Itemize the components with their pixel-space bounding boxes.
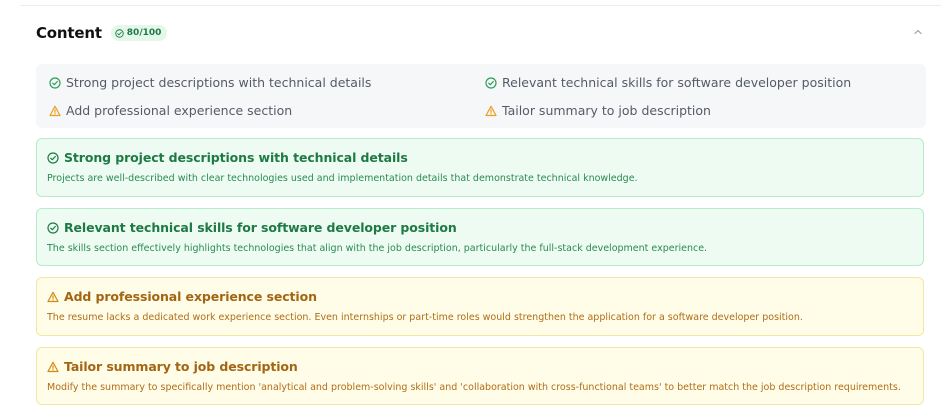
card-title: Relevant technical skills for software d… [64,220,457,235]
section-header: Content 80/100 [36,22,925,44]
check-circle-icon [115,28,124,38]
summary-item-label: Relevant technical skills for software d… [502,75,852,90]
section-title: Content [36,24,102,42]
summary-item-label: Tailor summary to job description [502,103,711,118]
check-circle-icon [485,76,497,89]
card-description: The resume lacks a dedicated work experi… [47,312,803,323]
feedback-card-warning: Add professional experience section The … [36,277,924,336]
card-title: Strong project descriptions with technic… [64,150,408,165]
warning-triangle-icon [485,105,497,116]
check-circle-icon [49,76,61,89]
check-circle-icon [47,151,59,164]
feedback-card-success: Relevant technical skills for software d… [36,208,924,266]
card-description: Projects are well-described with clear t… [47,173,638,184]
check-circle-icon [47,221,59,234]
score-badge: 80/100 [110,25,168,41]
top-divider [20,5,941,6]
summary-box: Strong project descriptions with technic… [36,64,926,128]
feedback-card-warning: Tailor summary to job description Modify… [36,347,924,405]
score-value: 80/100 [126,28,162,38]
warning-triangle-icon [49,105,61,116]
summary-item-label: Strong project descriptions with technic… [66,75,372,90]
summary-item: Relevant technical skills for software d… [485,75,851,90]
card-description: Modify the summary to specifically menti… [47,382,901,393]
card-title: Add professional experience section [64,289,317,304]
warning-triangle-icon [47,291,59,302]
warning-triangle-icon [47,361,59,372]
summary-item-label: Add professional experience section [66,103,293,118]
card-description: The skills section effectively highlight… [47,243,708,254]
card-title: Tailor summary to job description [64,359,298,374]
feedback-card-success: Strong project descriptions with technic… [36,138,924,197]
collapse-chevron-icon[interactable] [911,25,925,39]
summary-item: Add professional experience section [49,103,292,118]
summary-item: Tailor summary to job description [485,103,711,118]
summary-item: Strong project descriptions with technic… [49,75,371,90]
